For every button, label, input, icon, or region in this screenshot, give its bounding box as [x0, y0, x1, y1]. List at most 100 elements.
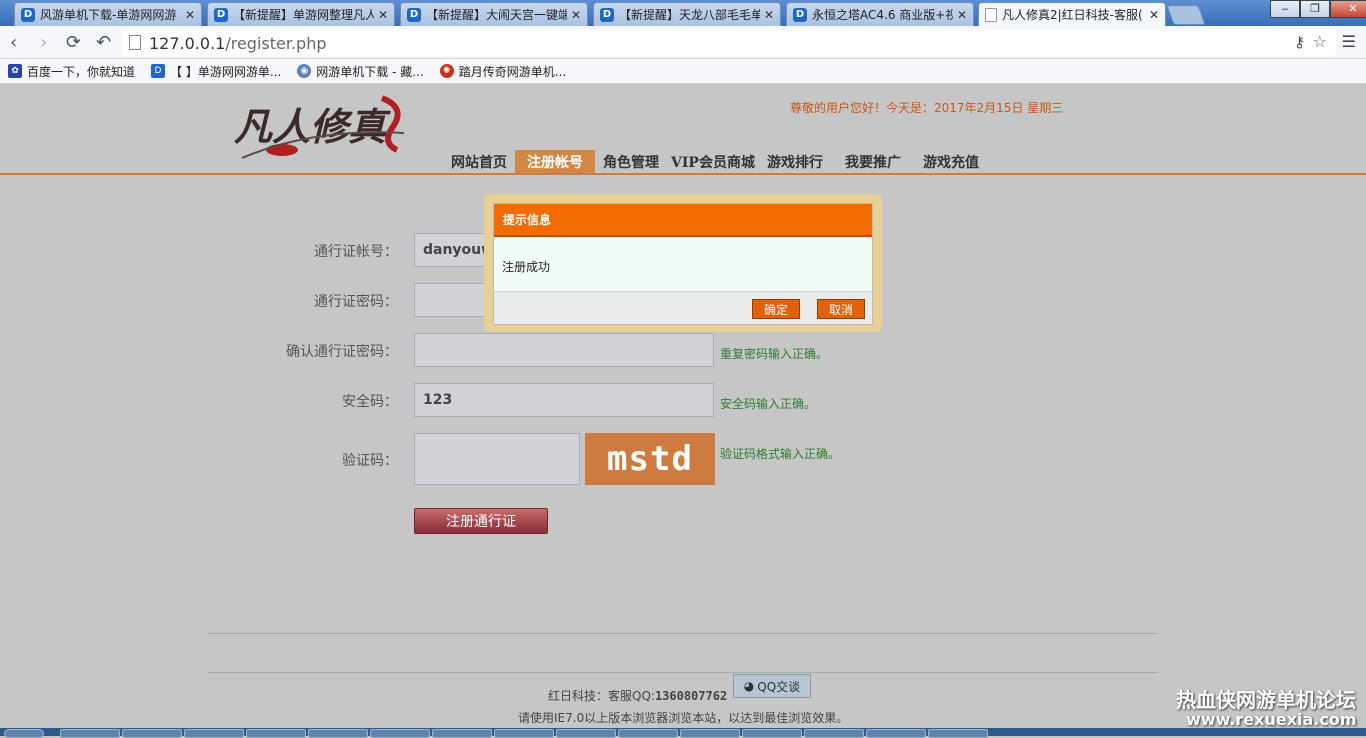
- dialog-title: 提示信息: [494, 204, 872, 237]
- nav-roles[interactable]: 角色管理: [599, 150, 663, 174]
- taskbar-item[interactable]: [928, 729, 988, 738]
- window-controls: ‒ ❐ ✕: [1270, 0, 1366, 18]
- security-code-label: 安全码：: [342, 394, 398, 410]
- security-hint: 安全码输入正确。: [720, 397, 817, 411]
- taskbar-item[interactable]: [122, 729, 182, 738]
- tab-favicon-icon: D: [214, 7, 228, 22]
- bookmark-label: 网游单机下载 - 藏...: [316, 64, 424, 79]
- nav-register[interactable]: 注册帐号: [515, 150, 595, 174]
- dialog-ok-button[interactable]: 确定: [752, 299, 800, 319]
- page-content: 凡人修真 尊敬的用户您好！今天是：2017年2月15日 星期三 网站首页 注册帐…: [0, 84, 1366, 729]
- register-button[interactable]: 注册通行证: [414, 508, 548, 534]
- browser-tab-2[interactable]: D 【新提醒】单游网整理凡人 ✕: [207, 2, 395, 26]
- taskbar-item[interactable]: [432, 729, 492, 738]
- bookmark-item[interactable]: ◉ 网游单机下载 - 藏...: [297, 63, 424, 80]
- nav-ranking[interactable]: 游戏排行: [763, 150, 827, 174]
- account-label: 通行证帐号：: [314, 244, 398, 260]
- reload-icon[interactable]: ⟳: [66, 32, 81, 53]
- tab-page-icon: [985, 7, 997, 22]
- browser-menu-icon[interactable]: ☰: [1342, 32, 1356, 51]
- tab-favicon-icon: D: [407, 7, 421, 22]
- window-close-icon[interactable]: ✕: [1330, 0, 1366, 18]
- tab-title: 【新提醒】大闹天宫一键端: [426, 8, 567, 22]
- forward-arrow-icon[interactable]: ›: [40, 32, 47, 53]
- nav-promote[interactable]: 我要推广: [841, 150, 905, 174]
- taskbar-item[interactable]: [742, 729, 802, 738]
- dialog-cancel-button[interactable]: 取消: [817, 299, 865, 319]
- dialog-message: 注册成功: [502, 259, 551, 274]
- tab-title: 风游单机下载-单游网网游: [40, 8, 177, 22]
- bookmark-item[interactable]: ✺ 踏月传奇网游单机...: [439, 63, 567, 80]
- browser-tab-6-active[interactable]: 凡人修真2|红日科技-客服( ✕: [978, 2, 1166, 26]
- taskbar-item[interactable]: [804, 729, 864, 738]
- bookmark-star-icon[interactable]: ☆: [1313, 32, 1327, 51]
- bookmark-label: 百度一下，你就知道: [27, 64, 136, 79]
- tab-favicon-icon: D: [600, 7, 614, 22]
- browser-toolbar: ‹ › ⟳ ↶ 127.0.0.1/register.php ⚷ ☆ ☰: [0, 26, 1366, 59]
- tab-close-icon[interactable]: ✕: [1149, 8, 1159, 22]
- paw-icon: ✿: [8, 64, 22, 78]
- taskbar-item[interactable]: [246, 729, 306, 738]
- main-nav: 网站首页 注册帐号 角色管理 VIP会员商城 游戏排行 我要推广 游戏充值: [447, 150, 987, 174]
- taskbar-item[interactable]: [618, 729, 678, 738]
- taskbar-item[interactable]: [370, 729, 430, 738]
- taskbar-item[interactable]: [556, 729, 616, 738]
- tab-title: 【新提醒】单游网整理凡人: [233, 8, 374, 22]
- taskbar-item[interactable]: [308, 729, 368, 738]
- penguin-icon: ◕: [743, 679, 755, 693]
- red-icon: ✺: [439, 64, 454, 78]
- captcha-image[interactable]: mstd: [585, 433, 715, 485]
- nav-vip-shop[interactable]: VIP会员商城: [667, 150, 759, 174]
- url-host: 127.0.0.1: [149, 34, 226, 53]
- footer-qq-number: 1360807762: [654, 689, 728, 703]
- page-icon: [129, 35, 141, 50]
- taskbar-item[interactable]: [494, 729, 554, 738]
- browser-tab-4[interactable]: D 【新提醒】天龙八部毛毛单 ✕: [593, 2, 781, 26]
- address-bar[interactable]: 127.0.0.1/register.php ⚷ ☆: [122, 30, 1336, 56]
- security-code-input[interactable]: 123: [414, 383, 714, 417]
- bookmark-item[interactable]: D 【 】单游网网游单...: [151, 63, 281, 80]
- back-arrow-icon[interactable]: ‹: [10, 32, 17, 53]
- bookmark-item[interactable]: ✿ 百度一下，你就知道: [8, 63, 135, 80]
- globe-icon: ◉: [297, 64, 312, 78]
- d-icon: D: [151, 64, 166, 78]
- nav-recharge[interactable]: 游戏充值: [919, 150, 983, 174]
- taskbar-item[interactable]: [184, 729, 244, 738]
- restore-icon[interactable]: ❐: [1300, 0, 1330, 18]
- confirm-password-input[interactable]: [414, 333, 714, 367]
- tab-close-icon[interactable]: ✕: [185, 8, 195, 22]
- tab-close-icon[interactable]: ✕: [957, 8, 967, 22]
- taskbar-item[interactable]: [60, 729, 120, 738]
- url-text[interactable]: 127.0.0.1/register.php: [149, 34, 327, 53]
- tab-close-icon[interactable]: ✕: [571, 8, 581, 22]
- tab-close-icon[interactable]: ✕: [764, 8, 774, 22]
- browser-tab-1[interactable]: D 风游单机下载-单游网网游 ✕: [14, 2, 202, 26]
- taskbar-item[interactable]: [680, 729, 740, 738]
- tab-title: 凡人修真2|红日科技-客服(: [1002, 8, 1143, 22]
- dialog-footer: 确定 取消: [494, 291, 872, 324]
- footer-divider-bottom: [208, 672, 1158, 673]
- security-code-value: 123: [423, 392, 453, 408]
- captcha-label: 验证码：: [342, 453, 398, 469]
- bookmark-label: 踏月传奇网游单机...: [458, 64, 567, 79]
- tab-strip: D 风游单机下载-单游网网游 ✕ D 【新提醒】单游网整理凡人 ✕ D 【新提醒…: [0, 0, 1366, 26]
- nav-home[interactable]: 网站首页: [447, 150, 511, 174]
- os-taskbar: [0, 728, 1366, 738]
- tab-close-icon[interactable]: ✕: [378, 8, 388, 22]
- tab-favicon-icon: D: [21, 7, 35, 22]
- qq-chat-button[interactable]: ◕ QQ交谈: [733, 674, 811, 698]
- minimize-icon[interactable]: ‒: [1270, 0, 1300, 18]
- browser-tab-5[interactable]: D 永恒之塔AC4.6 商业版+视 ✕: [786, 2, 974, 26]
- key-icon[interactable]: ⚷: [1294, 33, 1305, 51]
- logo-text: 凡人修真: [234, 104, 391, 149]
- new-tab-button[interactable]: [1166, 5, 1206, 25]
- start-button[interactable]: [4, 729, 44, 738]
- undo-icon[interactable]: ↶: [96, 32, 111, 53]
- watermark-title: 热血侠网游单机论坛: [1176, 688, 1356, 712]
- footer-browser-note: 请使用IE7.0以上版本浏览器浏览本站，以达到最佳浏览效果。: [518, 711, 849, 725]
- tab-favicon-icon: D: [793, 7, 807, 22]
- browser-tab-3[interactable]: D 【新提醒】大闹天宫一键端 ✕: [400, 2, 588, 26]
- captcha-input[interactable]: [414, 433, 580, 485]
- confirm-hint: 重复密码输入正确。: [720, 347, 829, 361]
- taskbar-item[interactable]: [866, 729, 926, 738]
